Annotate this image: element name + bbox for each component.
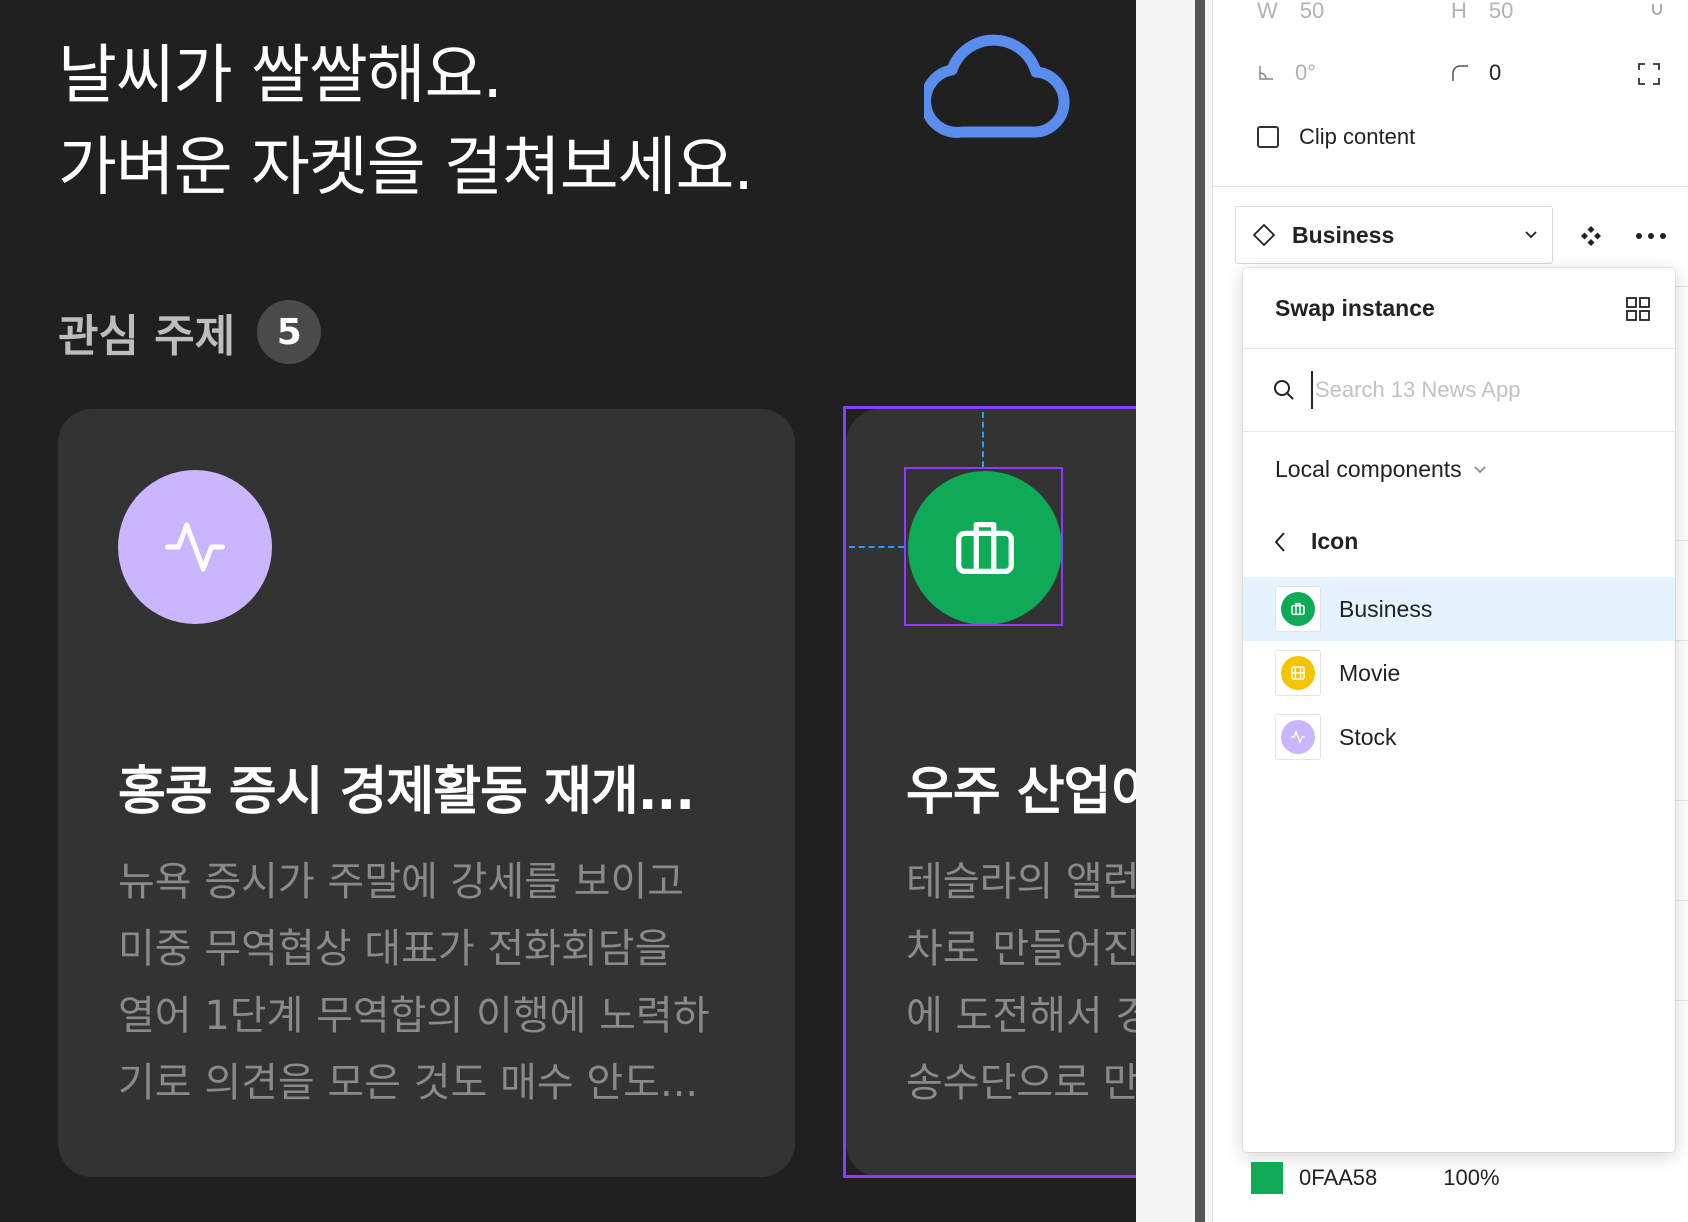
card-body-line: 미중 무역협상 대표가 전화회담을	[118, 926, 672, 972]
width-label: W	[1257, 0, 1278, 23]
news-card[interactable]: 홍콩 증시 경제활동 재개... 뉴욕 증시가 주말에 강세를 보이고 미중 무…	[58, 409, 795, 1177]
height-field[interactable]: H 50	[1451, 0, 1513, 24]
chevron-down-icon	[1525, 231, 1537, 239]
briefcase-icon	[1291, 602, 1305, 616]
cloud-icon	[924, 34, 1070, 138]
selected-icon-frame	[904, 467, 1063, 626]
go-to-main-component-icon[interactable]	[1579, 224, 1603, 248]
swap-item-label: Movie	[1339, 659, 1401, 686]
section-divider	[1213, 186, 1688, 187]
more-options-icon[interactable]	[1635, 232, 1667, 240]
independent-corners-icon[interactable]	[1637, 62, 1661, 86]
corner-radius-icon	[1452, 65, 1468, 81]
movie-thumbnail	[1275, 650, 1321, 696]
card-title: 홍콩 증시 경제활동 재개...	[118, 762, 695, 822]
card-body-line: 열어 1단계 무역합의 이행에 노력하	[118, 993, 710, 1039]
width-field[interactable]: W 50	[1257, 0, 1324, 24]
swap-item-stock[interactable]: Stock	[1243, 705, 1675, 769]
stock-thumbnail	[1275, 714, 1321, 760]
search-input[interactable]	[1311, 371, 1647, 409]
stock-circle	[1281, 720, 1315, 754]
movie-circle	[1281, 656, 1315, 690]
card-body: 뉴욕 증시가 주말에 강세를 보이고 미중 무역협상 대표가 전화회담을 열어 …	[118, 849, 710, 1117]
swap-item-label: Business	[1339, 595, 1433, 622]
corner-radius-value: 0	[1489, 60, 1502, 85]
business-thumbnail	[1275, 586, 1321, 632]
swap-item-business[interactable]: Business	[1243, 577, 1675, 641]
spacing-guide-horizontal	[849, 546, 904, 548]
headline-line-1: 날씨가 쌀쌀해요.	[58, 39, 503, 113]
swap-item-movie[interactable]: Movie	[1243, 641, 1675, 705]
instance-selector[interactable]: Business	[1235, 206, 1553, 264]
weather-headline: 날씨가 쌀쌀해요. 가벼운 자켓을 걸쳐보세요.	[58, 30, 754, 214]
library-dropdown[interactable]: Local components	[1275, 456, 1486, 483]
group-name: Icon	[1311, 528, 1359, 554]
height-label: H	[1451, 0, 1467, 23]
grid-view-icon[interactable]	[1625, 296, 1651, 322]
activity-icon	[165, 522, 225, 572]
topics-header: 관심 주제 5	[58, 300, 322, 364]
headline-line-2: 가벼운 자켓을 걸쳐보세요.	[58, 131, 754, 205]
clip-content-row[interactable]: Clip content	[1257, 124, 1415, 150]
film-icon	[1291, 666, 1305, 680]
component-instance-icon	[1252, 223, 1276, 247]
swap-header: Swap instance	[1243, 268, 1675, 349]
swap-instance-popover: Swap instance Local components Icon Busi…	[1243, 268, 1675, 1152]
chevron-left-icon	[1274, 531, 1285, 552]
design-canvas[interactable]: 날씨가 쌀쌀해요. 가벼운 자켓을 걸쳐보세요. 관심 주제 5 홍콩 증시 경…	[0, 0, 1136, 1222]
card-body-line: 뉴욕 증시가 주말에 강세를 보이고	[118, 859, 685, 905]
width-value: 50	[1299, 0, 1325, 23]
card-body-line: 기로 의견을 모은 것도 매수 안도...	[118, 1060, 699, 1106]
swap-search	[1243, 349, 1675, 432]
clip-content-checkbox[interactable]	[1257, 126, 1279, 148]
activity-icon	[1291, 729, 1305, 745]
rotation-value: 0°	[1295, 60, 1317, 85]
library-label: Local components	[1275, 456, 1462, 482]
topics-count-badge: 5	[257, 300, 322, 364]
search-icon	[1274, 380, 1294, 400]
back-to-group-button[interactable]: Icon	[1273, 528, 1358, 555]
topics-label: 관심 주제	[58, 311, 236, 362]
business-circle	[1281, 592, 1315, 626]
instance-name: Business	[1292, 221, 1395, 248]
rotation-icon	[1259, 66, 1273, 80]
rotation-field[interactable]: 0°	[1257, 60, 1316, 86]
panel-divider	[1195, 0, 1205, 1222]
swap-title: Swap instance	[1275, 295, 1435, 321]
fill-row[interactable]: 0FAA58 100%	[1251, 1162, 1500, 1194]
swap-item-label: Stock	[1339, 723, 1397, 750]
corner-radius-field[interactable]: 0	[1451, 60, 1501, 86]
fill-opacity-value[interactable]: 100%	[1443, 1165, 1499, 1191]
properties-panel: W 50 H 50 0° 0 Clip content Business Swa…	[1212, 0, 1688, 1222]
chevron-down-icon	[1474, 465, 1486, 473]
fill-hex-value[interactable]: 0FAA58	[1299, 1165, 1377, 1191]
spacing-guide-vertical	[982, 412, 984, 467]
stock-icon-circle	[118, 470, 272, 624]
canvas-gutter	[1136, 0, 1205, 1222]
clip-content-label: Clip content	[1299, 124, 1416, 149]
constrain-proportions-icon[interactable]	[1649, 2, 1665, 24]
height-value: 50	[1488, 0, 1514, 23]
fill-color-swatch[interactable]	[1251, 1162, 1283, 1194]
